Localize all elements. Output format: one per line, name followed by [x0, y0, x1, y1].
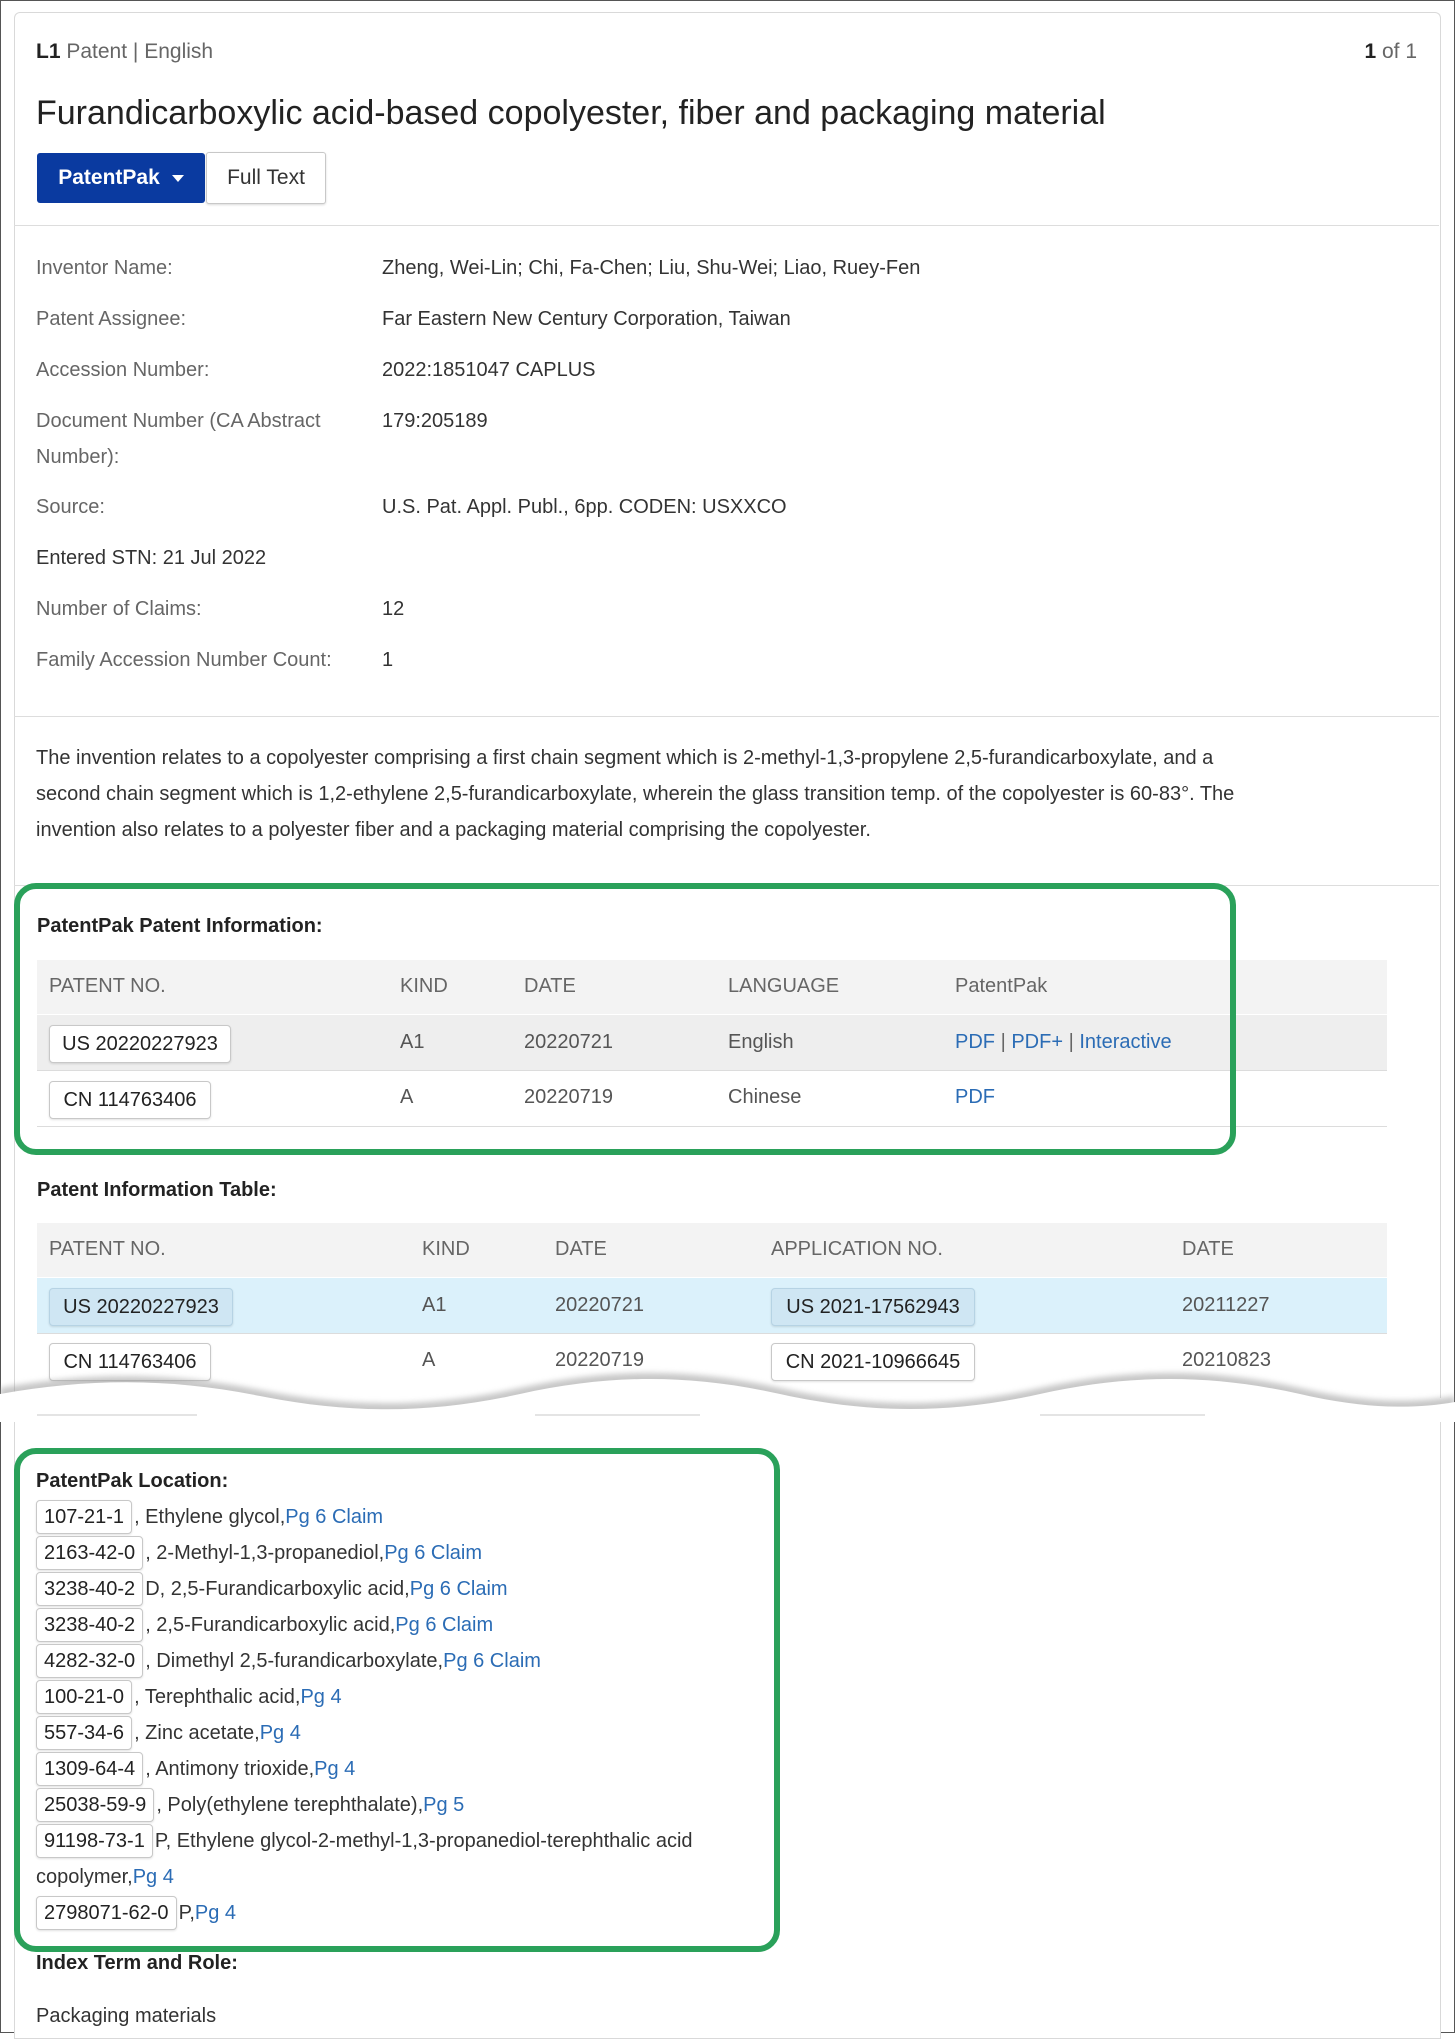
document-number-label-line2: Number):	[36, 446, 120, 468]
patent-number-chip[interactable]: US 20220227923	[49, 1288, 233, 1326]
assignee-label: Patent Assignee:	[36, 308, 187, 330]
patent-info-table-heading: Patent Information Table:	[37, 1179, 277, 1201]
patentpak-dropdown-button[interactable]: PatentPak	[37, 153, 205, 203]
date-cell: 20220721	[555, 1294, 644, 1316]
highlight-box-patentpak-location	[14, 1448, 780, 1952]
full-text-button[interactable]: Full Text	[206, 152, 326, 204]
highlight-box-patentpak-info	[14, 883, 1236, 1155]
col-patent-no: PATENT NO.	[49, 1238, 166, 1260]
record-meta: L1 Patent | English	[36, 40, 213, 64]
page-break-tear	[0, 1373, 1455, 1422]
family-count-value: 1	[382, 649, 394, 671]
truncated-divider	[1040, 1414, 1205, 1416]
abstract-line: second chain segment which is 1,2-ethyle…	[36, 783, 1235, 805]
abstract-line: invention also relates to a polyester fi…	[36, 819, 871, 841]
document-number-label-line1: Document Number (CA Abstract	[36, 410, 321, 432]
truncated-divider	[37, 1414, 197, 1416]
page-title: Furandicarboxylic acid-based copolyester…	[36, 94, 1106, 132]
meta-divider: |	[132, 40, 139, 63]
accession-label: Accession Number:	[36, 359, 210, 381]
assignee-value: Far Eastern New Century Corporation, Tai…	[382, 308, 791, 330]
row-divider	[37, 1333, 1387, 1334]
abstract: The invention relates to a copolyester c…	[36, 740, 1421, 848]
kind-cell: A1	[422, 1294, 447, 1316]
entered-stn: Entered STN: 21 Jul 2022	[36, 547, 267, 569]
doc-type: Patent	[66, 40, 128, 63]
truncated-divider	[535, 1414, 700, 1416]
family-count-label: Family Accession Number Count:	[36, 649, 332, 671]
col-application-no: APPLICATION NO.	[771, 1238, 943, 1260]
col-application-date: DATE	[1182, 1238, 1234, 1260]
divider	[14, 716, 1439, 717]
source-label: Source:	[36, 496, 105, 518]
patentpak-button-label: PatentPak	[58, 166, 160, 189]
caret-down-icon	[171, 174, 184, 182]
document-number-value: 179:205189	[382, 410, 488, 432]
index-term-heading: Index Term and Role:	[36, 1952, 238, 1974]
inventor-label: Inventor Name:	[36, 257, 173, 279]
doc-language: English	[144, 40, 214, 63]
pager-total: of 1	[1381, 40, 1417, 63]
source-value: U.S. Pat. Appl. Publ., 6pp. CODEN: USXXC…	[382, 496, 787, 518]
answer-set-label: L1	[36, 40, 61, 63]
record-pager: 1 of 1	[1364, 40, 1417, 64]
application-number-chip[interactable]: US 2021-17562943	[771, 1288, 975, 1326]
inventor-value: Zheng, Wei-Lin; Chi, Fa-Chen; Liu, Shu-W…	[382, 257, 921, 279]
index-term-item: Packaging materials	[36, 2005, 217, 2027]
accession-value: 2022:1851047 CAPLUS	[382, 359, 596, 381]
application-date-cell: 20211227	[1182, 1294, 1270, 1316]
pager-current: 1	[1364, 40, 1377, 63]
col-kind: KIND	[422, 1238, 470, 1260]
col-date: DATE	[555, 1238, 607, 1260]
abstract-line: The invention relates to a copolyester c…	[36, 747, 1214, 769]
claims-value: 12	[382, 598, 405, 620]
divider	[14, 225, 1439, 226]
claims-label: Number of Claims:	[36, 598, 202, 620]
